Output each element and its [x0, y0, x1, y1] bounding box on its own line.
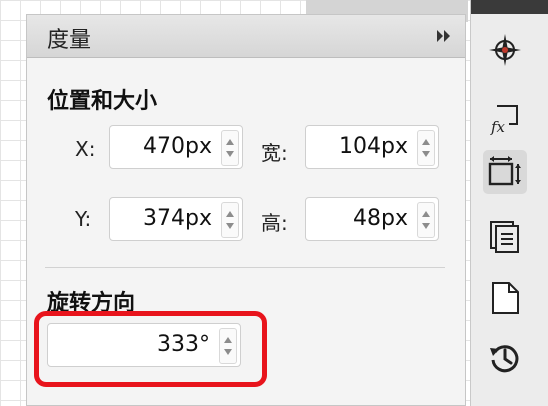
- page-icon: [492, 282, 519, 314]
- x-value: 470px: [143, 134, 212, 159]
- height-label: 高:: [261, 211, 288, 235]
- svg-text:fx: fx: [490, 118, 506, 136]
- resize-icon: [488, 156, 521, 186]
- width-stepper[interactable]: [417, 130, 435, 166]
- y-value: 374px: [143, 206, 212, 231]
- height-stepper[interactable]: [417, 202, 435, 238]
- layers-icon: [490, 221, 519, 253]
- width-input[interactable]: 104px: [305, 125, 439, 169]
- right-toolbar: fx: [470, 0, 548, 406]
- y-increment-icon[interactable]: [226, 211, 234, 217]
- x-decrement-icon[interactable]: [226, 151, 234, 157]
- height-value: 48px: [353, 206, 408, 231]
- layers-tool[interactable]: [483, 214, 527, 258]
- width-label: 宽:: [261, 141, 288, 165]
- y-input[interactable]: 374px: [109, 197, 243, 241]
- width-increment-icon[interactable]: [422, 139, 430, 145]
- section-divider: [45, 267, 445, 268]
- page-tool[interactable]: [483, 276, 527, 320]
- panel-header: 度量: [27, 15, 465, 58]
- resize-tool[interactable]: [483, 150, 527, 194]
- formula-tool[interactable]: fx: [483, 96, 527, 140]
- x-label: X:: [75, 137, 96, 161]
- y-label: Y:: [75, 207, 92, 231]
- position-size-title: 位置和大小: [47, 89, 158, 114]
- height-increment-icon[interactable]: [422, 211, 430, 217]
- height-input[interactable]: 48px: [305, 197, 439, 241]
- panel-title: 度量: [47, 28, 92, 53]
- width-decrement-icon[interactable]: [422, 151, 430, 157]
- x-increment-icon[interactable]: [226, 139, 234, 145]
- height-decrement-icon[interactable]: [422, 223, 430, 229]
- collapse-panel-icon[interactable]: [435, 27, 453, 45]
- width-value: 104px: [339, 134, 408, 159]
- compass-icon: [489, 34, 521, 66]
- history-tool[interactable]: [483, 336, 527, 380]
- rotation-highlight-box: [34, 311, 267, 387]
- compass-tool[interactable]: [483, 28, 527, 72]
- y-stepper[interactable]: [221, 202, 239, 238]
- toolbar-top-cap: [471, 0, 548, 14]
- x-stepper[interactable]: [221, 130, 239, 166]
- y-decrement-icon[interactable]: [226, 223, 234, 229]
- formula-fx-icon: fx: [490, 105, 518, 136]
- x-input[interactable]: 470px: [109, 125, 243, 169]
- history-icon: [490, 345, 519, 373]
